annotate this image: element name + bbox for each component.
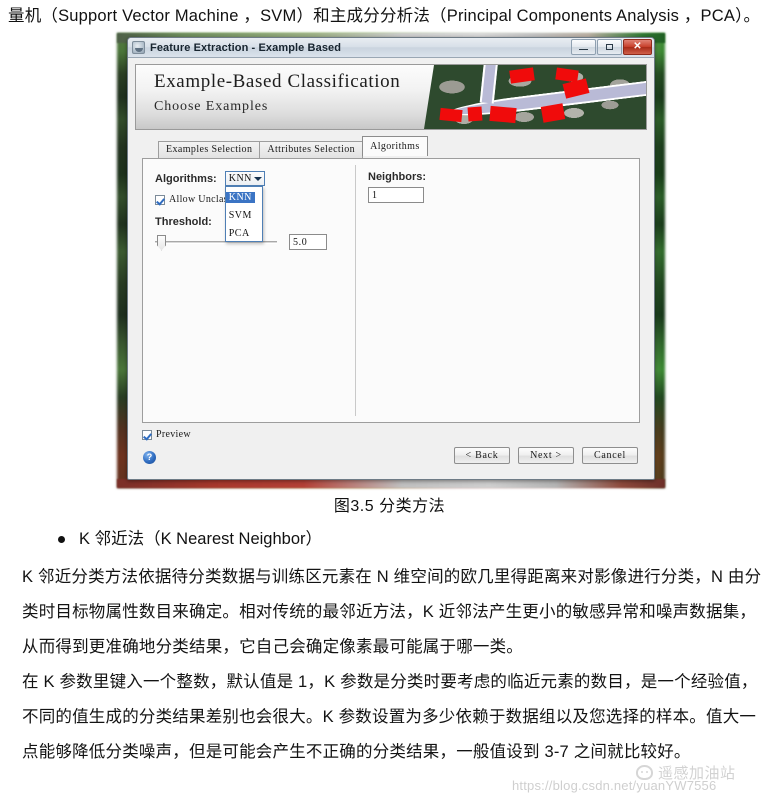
preview-checkbox[interactable]	[142, 429, 152, 440]
dropdown-option-svm[interactable]: SVM	[226, 210, 255, 221]
figure-screenshot: Feature Extraction - Example Based ✕ Exa…	[117, 33, 665, 488]
banner-aerial-image	[424, 65, 646, 129]
algorithms-left-pane: Algorithms: KNN KNN SVM PCA Allow Unclas…	[143, 159, 355, 422]
minimize-button[interactable]	[571, 39, 596, 55]
allow-unclassified-checkbox[interactable]	[155, 194, 165, 205]
tab-attributes-selection[interactable]: Attributes Selection	[259, 141, 364, 158]
algorithms-combobox[interactable]: KNN	[224, 171, 265, 186]
algorithms-tab-panel: Algorithms: KNN KNN SVM PCA Allow Unclas…	[142, 158, 640, 423]
red-roof-shape	[467, 106, 483, 122]
algorithms-dropdown-list[interactable]: KNN SVM PCA	[224, 186, 263, 242]
window-footer: Preview ? < Back Next > Cancel	[142, 423, 640, 479]
app-icon	[132, 41, 145, 54]
preview-label: Preview	[156, 429, 191, 440]
threshold-slider-thumb[interactable]	[157, 234, 166, 251]
paragraph-1: K 邻近分类方法依据待分类数据与训练区元素在 N 维空间的欧几里得距离来对影像进…	[22, 568, 762, 656]
algorithms-label: Algorithms:	[155, 172, 217, 185]
dropdown-option-pca[interactable]: PCA	[226, 228, 253, 239]
bullet-heading-text: K 邻近法（K Nearest Neighbor）	[79, 530, 322, 548]
bullet-heading: K 邻近法（K Nearest Neighbor）	[58, 525, 322, 549]
cancel-button[interactable]: Cancel	[582, 447, 638, 464]
tab-algorithms[interactable]: Algorithms	[362, 136, 428, 156]
dropdown-option-knn[interactable]: KNN	[225, 192, 255, 203]
red-roof-shape	[489, 105, 517, 124]
watermark-face-icon	[636, 765, 653, 780]
algorithms-combobox-value: KNN	[228, 173, 252, 184]
watermark-logo-text: 遥感加油站	[658, 765, 736, 782]
threshold-value-field[interactable]: 5.0	[289, 234, 327, 250]
neighbors-input[interactable]: 1	[368, 187, 424, 203]
bullet-dot-icon	[58, 536, 65, 544]
algorithms-field-row: Algorithms: KNN KNN SVM PCA	[155, 171, 355, 242]
banner-heading: Example-Based Classification	[154, 71, 401, 92]
help-icon[interactable]: ?	[143, 451, 156, 464]
screenshot-background-bottom-strip	[117, 479, 665, 488]
tab-examples-selection[interactable]: Examples Selection	[158, 141, 261, 158]
neighbors-label: Neighbors:	[368, 171, 427, 183]
paragraph-2: 在 K 参数里键入一个整数，默认值是 1，K 参数是分类时要考虑的临近元素的数目…	[22, 673, 758, 761]
feature-extraction-window: Feature Extraction - Example Based ✕ Exa…	[127, 37, 655, 480]
wizard-banner: Example-Based Classification Choose Exam…	[135, 64, 647, 130]
window-titlebar[interactable]: Feature Extraction - Example Based ✕	[128, 38, 654, 58]
back-button[interactable]: < Back	[454, 447, 510, 464]
banner-subheading: Choose Examples	[154, 98, 269, 114]
banner-text-block: Example-Based Classification Choose Exam…	[136, 65, 400, 129]
algorithms-right-pane: Neighbors: 1	[356, 159, 639, 422]
wizard-button-row: < Back Next > Cancel	[454, 447, 638, 464]
maximize-button[interactable]	[597, 39, 622, 55]
preview-row[interactable]: Preview	[142, 429, 191, 440]
window-controls: ✕	[571, 39, 652, 55]
page-top-sentence: 量机（Support Vector Machine ，SVM）和主成分分析法（P…	[8, 7, 761, 25]
figure-caption: 图3.5 分类方法	[333, 498, 446, 515]
window-title: Feature Extraction - Example Based	[150, 41, 342, 54]
algorithms-combobox-wrapper: KNN KNN SVM PCA	[224, 171, 265, 242]
watermark-logo: 遥感加油站	[636, 762, 736, 783]
red-roof-shape	[439, 107, 463, 123]
close-button[interactable]: ✕	[623, 39, 652, 55]
chevron-down-icon	[253, 176, 262, 181]
tab-bar: Examples Selection Attributes Selection …	[158, 136, 654, 158]
next-button[interactable]: Next >	[518, 447, 574, 464]
